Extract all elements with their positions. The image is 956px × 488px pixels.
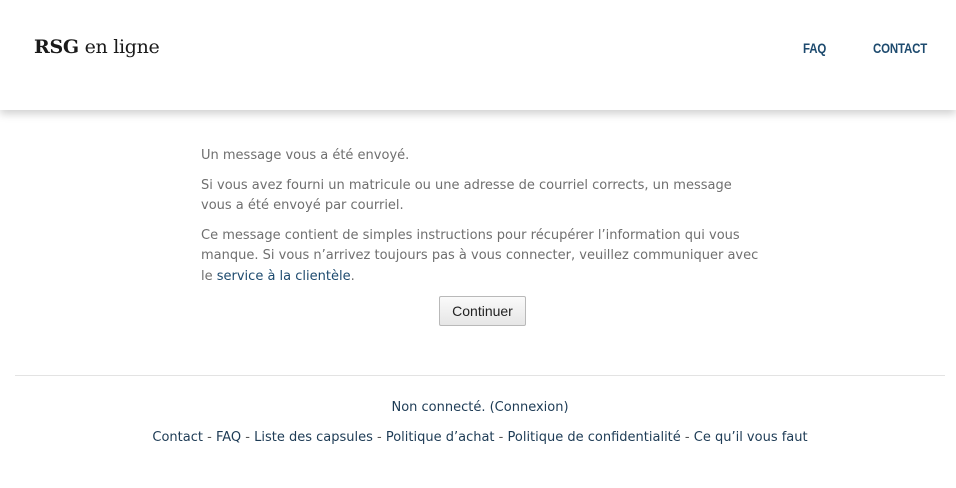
email-sent-text: Si vous avez fourni un matricule ou une …: [201, 177, 732, 214]
site-header: RSG en ligne FAQ CONTACT: [0, 0, 956, 110]
footer-link-faq[interactable]: FAQ: [216, 430, 241, 445]
message-sent-text: Un message vous a été envoyé.: [201, 148, 410, 163]
nav-contact-link[interactable]: CONTACT: [873, 40, 927, 56]
instructions-text: Ce message contient de simples instructi…: [201, 226, 761, 288]
logo-rest-text: en ligne: [78, 36, 160, 58]
logo-bold-text: RSG: [34, 36, 79, 58]
footer-separator: -: [241, 430, 255, 445]
site-logo[interactable]: RSG en ligne: [34, 36, 160, 58]
footer-separator: -: [372, 430, 386, 445]
nav-faq-link[interactable]: FAQ: [803, 40, 826, 56]
login-link[interactable]: (Connexion): [490, 400, 569, 415]
footer-separator: -: [202, 430, 216, 445]
instructions-period: .: [350, 268, 355, 284]
footer-link-contact[interactable]: Contact: [152, 430, 203, 445]
continue-button[interactable]: Continuer: [439, 296, 526, 326]
footer-separator: -: [680, 430, 694, 445]
footer-divider: [15, 375, 945, 376]
login-status-text: Non connecté.: [391, 400, 490, 415]
footer-link-privacy-policy[interactable]: Politique de confidentialité: [508, 430, 681, 445]
message-panel: Un message vous a été envoyé. Si vous av…: [201, 146, 761, 296]
footer-separator: -: [494, 430, 508, 445]
login-status: Non connecté. (Connexion): [0, 400, 956, 415]
footer-link-capsules[interactable]: Liste des capsules: [254, 430, 373, 445]
footer-link-requirements[interactable]: Ce qu’il vous faut: [694, 430, 808, 445]
footer-link-purchase-policy[interactable]: Politique d’achat: [386, 430, 495, 445]
customer-service-link[interactable]: service à la clientèle: [217, 269, 351, 284]
footer-links: Contact - FAQ - Liste des capsules - Pol…: [0, 430, 956, 445]
